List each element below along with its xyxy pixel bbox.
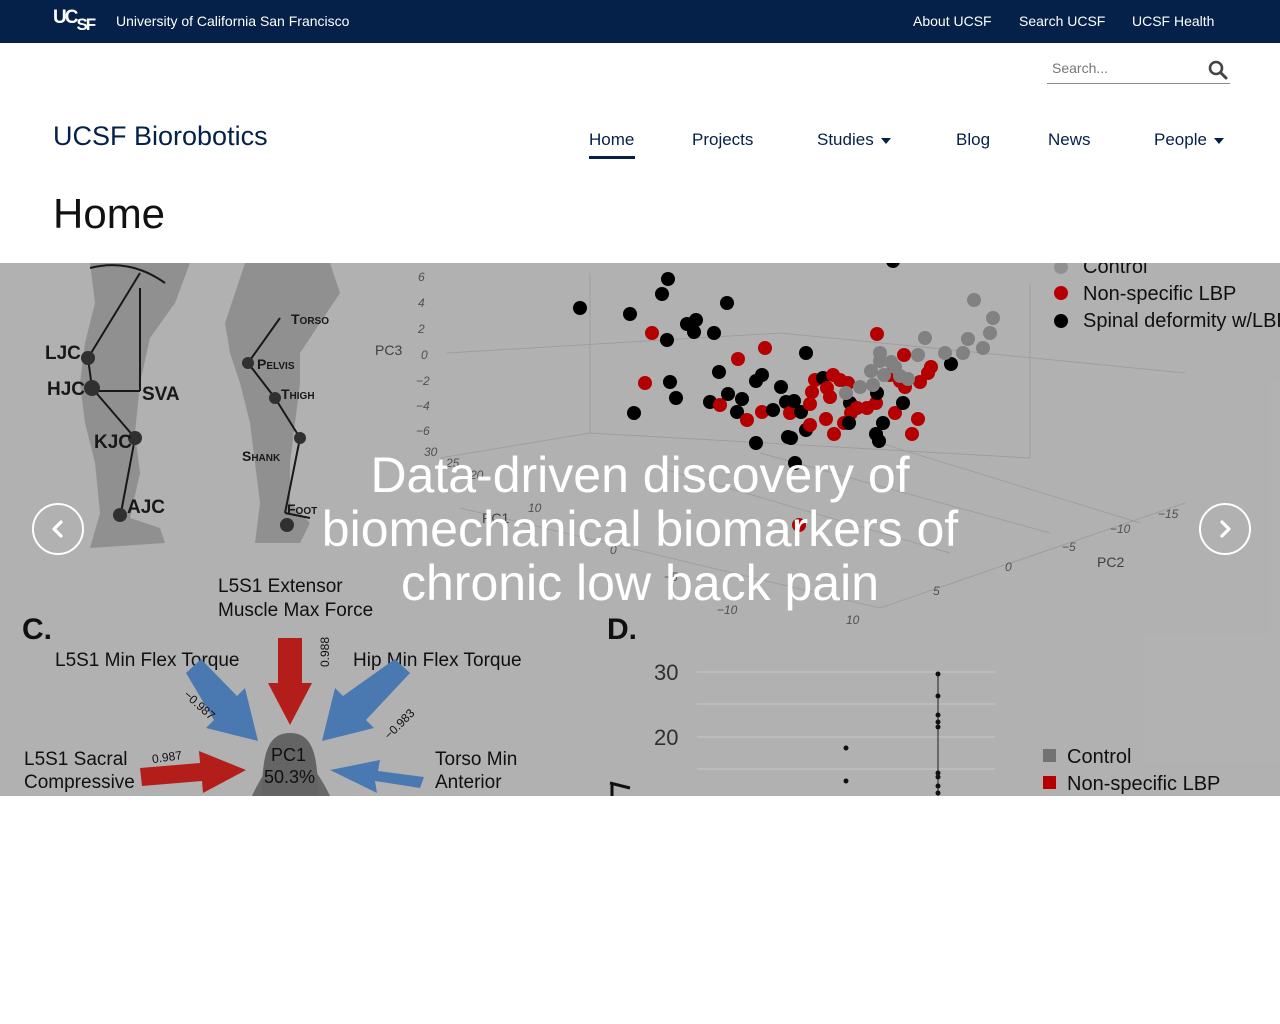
nav-people-label: People: [1154, 130, 1207, 149]
chevron-left-icon: [52, 520, 63, 538]
search-icon[interactable]: [1208, 60, 1228, 80]
about-ucsf-link[interactable]: About UCSF: [913, 13, 992, 29]
university-name-link[interactable]: University of California San Francisco: [116, 13, 349, 29]
nav-blog-label: Blog: [956, 130, 991, 149]
ucsf-logo[interactable]: UCSF: [53, 7, 96, 34]
active-nav-indicator: [589, 156, 635, 159]
ucsf-topbar: UCSF University of California San Franci…: [0, 0, 1280, 43]
logo-sub-text: SF: [76, 15, 96, 34]
chevron-right-icon: [1220, 520, 1231, 538]
nav-studies-label: Studies: [817, 130, 874, 149]
search-input[interactable]: [1052, 60, 1197, 76]
nav-home[interactable]: Home: [589, 130, 634, 150]
nav-home-label: Home: [589, 130, 635, 149]
logo-main-text: UC: [53, 7, 78, 28]
carousel-next-button[interactable]: [1199, 503, 1251, 555]
nav-news-label: News: [1048, 130, 1091, 149]
site-title[interactable]: UCSF Biorobotics: [53, 121, 268, 152]
carousel-caption: Data-driven discovery of biomechanical b…: [321, 447, 959, 611]
caret-down-icon: [880, 137, 891, 144]
page-title: Home: [53, 190, 166, 237]
nav-news[interactable]: News: [1048, 130, 1091, 150]
hero-carousel: LJC HJC SVA KJC AJC Torso Pelvis Thigh S…: [0, 263, 1280, 796]
site-search: [1047, 56, 1230, 84]
nav-people[interactable]: People: [1154, 130, 1224, 150]
nav-studies[interactable]: Studies: [817, 130, 891, 150]
nav-projects-label: Projects: [692, 130, 754, 149]
caret-down-icon: [1213, 137, 1224, 144]
carousel-prev-button[interactable]: [32, 503, 84, 555]
nav-projects[interactable]: Projects: [692, 130, 753, 150]
nav-blog[interactable]: Blog: [956, 130, 990, 150]
ucsf-health-link[interactable]: UCSF Health: [1132, 13, 1214, 29]
search-ucsf-link[interactable]: Search UCSF: [1019, 13, 1105, 29]
